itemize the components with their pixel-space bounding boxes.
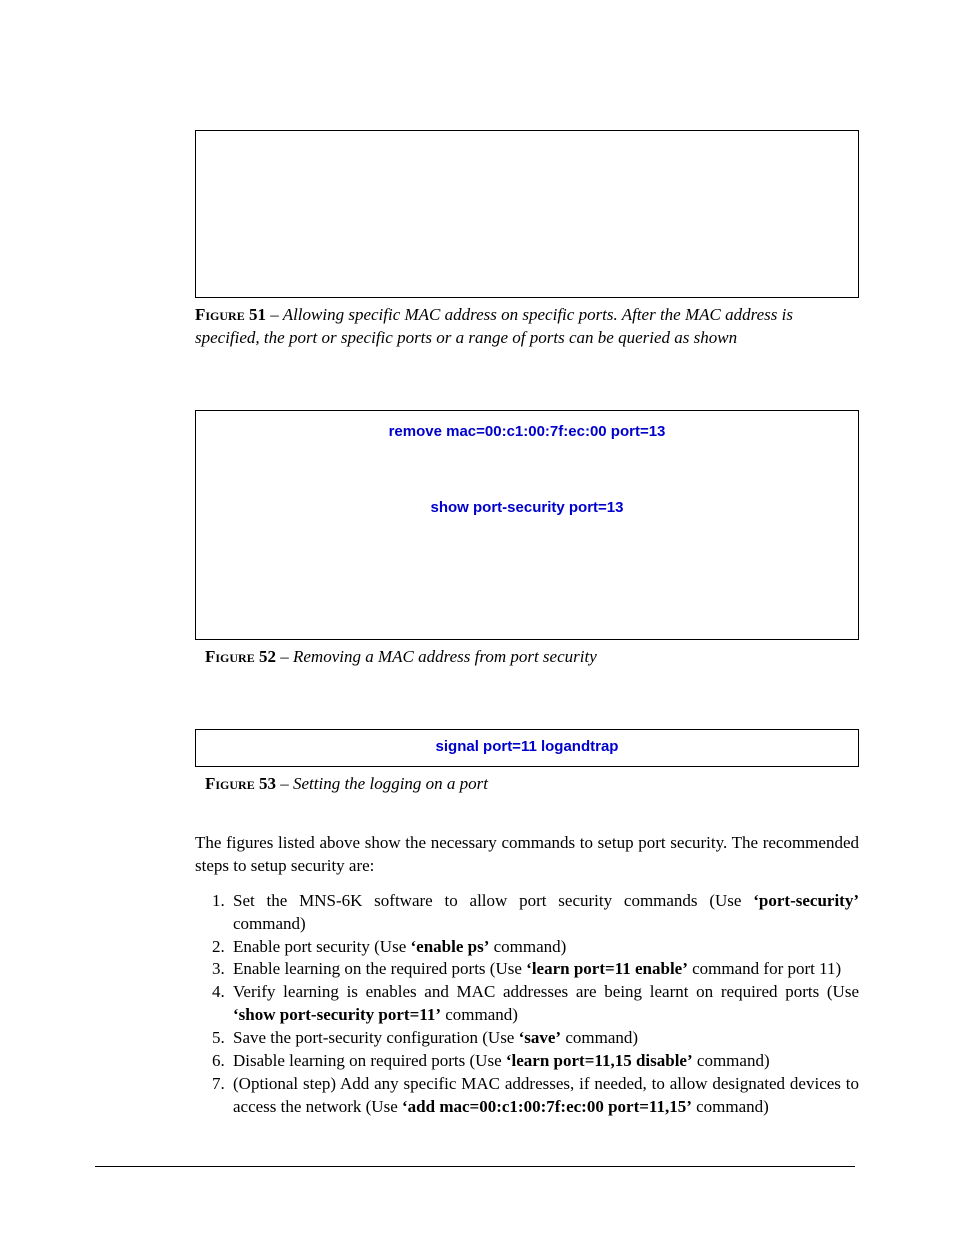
step-3-text-a: Enable learning on the required ports (U… [233, 959, 526, 978]
figure-52-sep: – [276, 647, 293, 666]
step-2-text-a: Enable port security (Use [233, 937, 411, 956]
figure-52-text: Removing a MAC address from port securit… [293, 647, 597, 666]
figure-52-command-2: show port-security port=13 [196, 499, 858, 516]
step-6-command: ‘learn port=11,15 disable’ [506, 1051, 693, 1070]
step-4: Verify learning is enables and MAC addre… [229, 981, 859, 1027]
step-2: Enable port security (Use ‘enable ps’ co… [229, 936, 859, 959]
step-2-text-c: command) [489, 937, 566, 956]
step-5-text-c: command) [561, 1028, 638, 1047]
intro-paragraph: The figures listed above show the necess… [195, 832, 859, 878]
step-5-text-a: Save the port-security configuration (Us… [233, 1028, 519, 1047]
step-5-command: ‘save’ [519, 1028, 561, 1047]
figure-51-label: Figure 51 [195, 305, 266, 324]
step-2-command: ‘enable ps’ [411, 937, 490, 956]
figure-53-label: Figure 53 [205, 774, 276, 793]
step-1-command: ‘port-security’ [753, 891, 859, 910]
figure-52-caption: Figure 52 – Removing a MAC address from … [195, 646, 859, 669]
step-6-text-a: Disable learning on required ports (Use [233, 1051, 506, 1070]
step-1: Set the MNS-6K software to allow port se… [229, 890, 859, 936]
step-7-text-c: command) [692, 1097, 769, 1116]
figure-51-sep: – [266, 305, 283, 324]
figure-53-sep: – [276, 774, 293, 793]
step-4-text-c: command) [441, 1005, 518, 1024]
figure-52-box: remove mac=00:c1:00:7f:ec:00 port=13 sho… [195, 410, 859, 640]
step-1-text-a: Set the MNS-6K software to allow port se… [233, 891, 753, 910]
footer-rule [95, 1166, 855, 1167]
document-page: Figure 51 – Allowing specific MAC addres… [0, 0, 954, 1235]
step-7: (Optional step) Add any specific MAC add… [229, 1073, 859, 1119]
figure-52-command-1: remove mac=00:c1:00:7f:ec:00 port=13 [196, 423, 858, 440]
step-3-text-c: command for port 11) [688, 959, 841, 978]
figure-53-command: signal port=11 logandtrap [196, 738, 858, 755]
figure-51-box [195, 130, 859, 298]
figure-51-caption: Figure 51 – Allowing specific MAC addres… [195, 304, 859, 350]
figure-53-box: signal port=11 logandtrap [195, 729, 859, 767]
step-3: Enable learning on the required ports (U… [229, 958, 859, 981]
steps-list: Set the MNS-6K software to allow port se… [195, 890, 859, 1119]
figure-52-label: Figure 52 [205, 647, 276, 666]
step-6: Disable learning on required ports (Use … [229, 1050, 859, 1073]
step-1-text-c: command) [233, 914, 306, 933]
step-3-command: ‘learn port=11 enable’ [526, 959, 688, 978]
step-7-command: ‘add mac=00:c1:00:7f:ec:00 port=11,15’ [402, 1097, 692, 1116]
step-4-command: ‘show port-security port=11’ [233, 1005, 441, 1024]
step-4-text-a: Verify learning is enables and MAC addre… [233, 982, 859, 1001]
figure-53-caption: Figure 53 – Setting the logging on a por… [195, 773, 859, 796]
figure-53-text: Setting the logging on a port [293, 774, 488, 793]
step-6-text-c: command) [693, 1051, 770, 1070]
step-5: Save the port-security configuration (Us… [229, 1027, 859, 1050]
figure-51-text: Allowing specific MAC address on specifi… [195, 305, 793, 347]
